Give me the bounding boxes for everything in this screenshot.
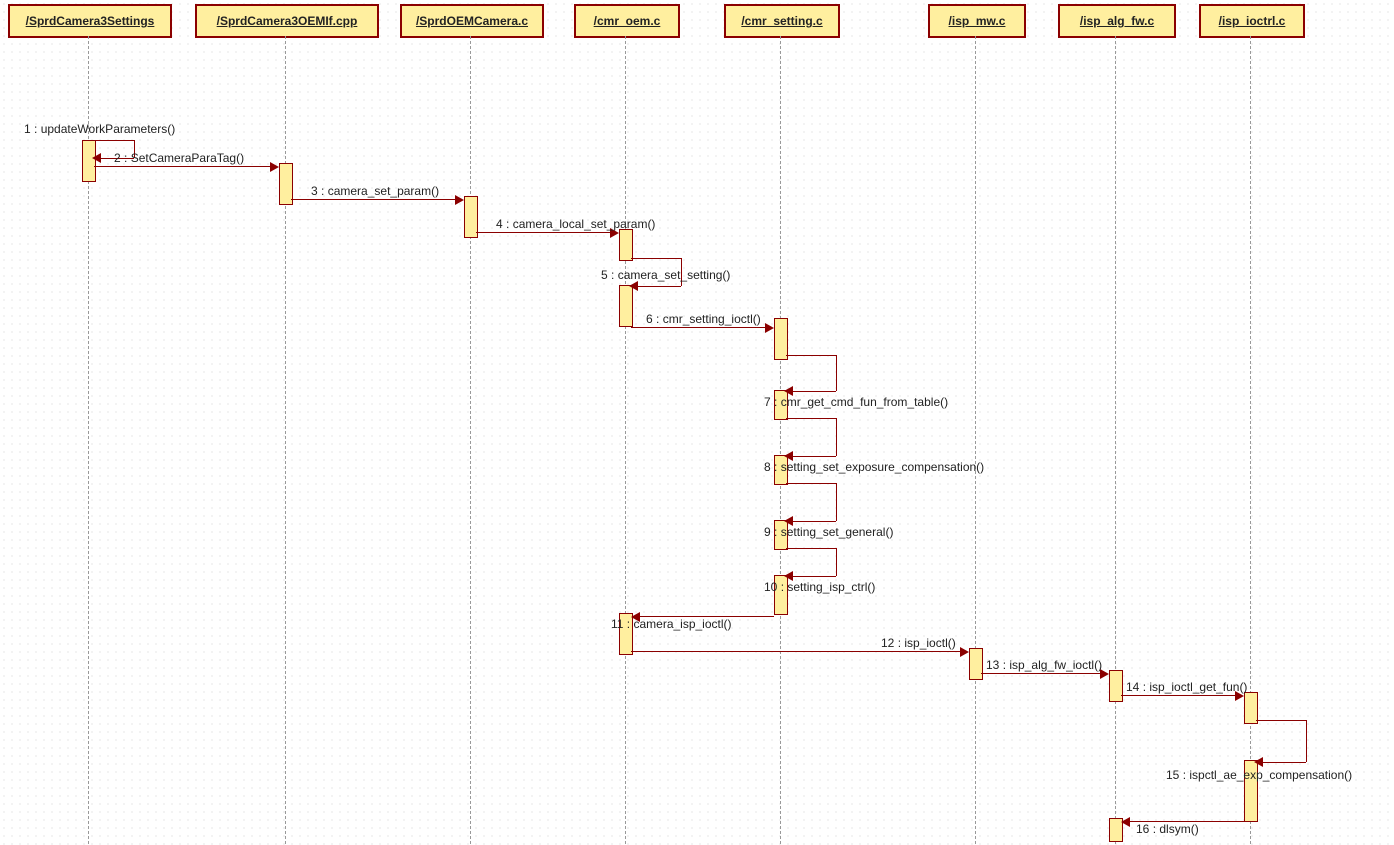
lifeline bbox=[1115, 36, 1116, 844]
msg-2: 2 : SetCameraParaTag() bbox=[94, 157, 279, 175]
lifeline bbox=[625, 36, 626, 844]
participant-p8: /isp_ioctrl.c bbox=[1199, 4, 1305, 38]
activation bbox=[619, 229, 633, 261]
msg-8: 8 : setting_set_exposure_compensation() bbox=[786, 418, 846, 456]
participant-p6: /isp_mw.c bbox=[928, 4, 1026, 38]
msg-7: 7 : cmr_get_cmd_fun_from_table() bbox=[786, 355, 846, 391]
msg-14: 14 : isp_ioctl_get_fun() bbox=[1121, 686, 1244, 704]
lifeline bbox=[975, 36, 976, 844]
lifeline bbox=[285, 36, 286, 844]
msg-16: 16 : dlsym() bbox=[1121, 812, 1244, 830]
msg-1: 1 : updateWorkParameters() bbox=[24, 126, 104, 146]
participant-p5: /cmr_setting.c bbox=[724, 4, 840, 38]
sequence-diagram: { "chart_data": { "type": "sequence-diag… bbox=[0, 0, 1394, 845]
msg-3: 3 : camera_set_param() bbox=[291, 190, 464, 208]
msg-6: 6 : cmr_setting_ioctl() bbox=[631, 318, 774, 336]
msg-9: 9 : setting_set_general() bbox=[786, 483, 846, 521]
participant-p1: /SprdCamera3Settings bbox=[8, 4, 172, 38]
msg-13: 13 : isp_alg_fw_ioctl() bbox=[981, 664, 1109, 682]
lifeline bbox=[470, 36, 471, 844]
participant-p3: /SprdOEMCamera.c bbox=[400, 4, 544, 38]
msg-12: 12 : isp_ioctl() bbox=[631, 642, 969, 660]
lifeline bbox=[780, 36, 781, 844]
msg-11: 11 : camera_isp_ioctl() bbox=[631, 607, 774, 625]
activation bbox=[774, 318, 788, 360]
participant-p7: /isp_alg_fw.c bbox=[1058, 4, 1176, 38]
participant-p4: /cmr_oem.c bbox=[574, 4, 680, 38]
msg-4: 4 : camera_local_set_param() bbox=[476, 223, 619, 241]
msg-5: 5 : camera_set_setting() bbox=[631, 258, 691, 286]
msg-15: 15 : ispctl_ae_exp_compensation() bbox=[1256, 720, 1316, 762]
participant-p2: /SprdCamera3OEMIf.cpp bbox=[195, 4, 379, 38]
msg-10: 10 : setting_isp_ctrl() bbox=[786, 548, 846, 576]
